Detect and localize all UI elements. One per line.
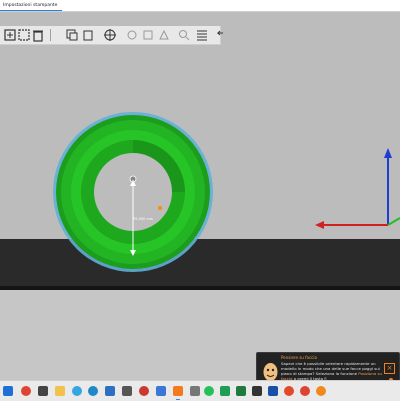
x-axis-arrow <box>315 221 324 229</box>
top-toolbar <box>0 26 223 45</box>
hover-marker <box>158 206 162 210</box>
photos-icon[interactable] <box>156 386 166 396</box>
notification-body: Sapevi che è possibile orientare rapidam… <box>281 361 385 381</box>
outlook-icon[interactable] <box>284 386 294 396</box>
scene-svg <box>53 112 400 272</box>
explorer-icon[interactable] <box>55 386 65 396</box>
video-icon[interactable] <box>190 386 200 396</box>
tab-bar: Impostazioni stampante <box>0 0 400 12</box>
telegram-icon[interactable] <box>72 386 82 396</box>
task-view-icon[interactable] <box>38 386 48 396</box>
y-axis <box>387 217 400 226</box>
remove-instance-icon[interactable] <box>124 27 140 43</box>
split-parts-icon[interactable] <box>156 27 172 43</box>
word-icon[interactable] <box>220 386 230 396</box>
terminal-icon[interactable] <box>252 386 262 396</box>
tab-active-indicator <box>0 10 62 11</box>
camera-icon[interactable] <box>122 386 132 396</box>
notification-title: Pensiere su faccia <box>281 355 317 360</box>
app-icon[interactable] <box>268 386 278 396</box>
chrome-icon[interactable] <box>21 386 31 396</box>
tab-label: Impostazioni stampante <box>3 3 58 8</box>
z-axis-arrow <box>384 148 392 158</box>
taskbar <box>0 380 400 401</box>
edge-icon[interactable] <box>88 386 98 396</box>
whatsapp-icon[interactable] <box>204 386 214 396</box>
excel-icon[interactable] <box>236 386 246 396</box>
delete-all-icon[interactable] <box>30 27 46 43</box>
chrome-profile-icon[interactable] <box>300 386 310 396</box>
search-icon[interactable] <box>176 27 192 43</box>
undo-icon[interactable] <box>212 27 223 43</box>
add-instance-icon[interactable] <box>102 27 118 43</box>
dimension-label: 35,000 mm <box>133 217 154 221</box>
3d-viewport[interactable]: 35,000 mm <box>0 12 400 380</box>
close-icon[interactable]: × <box>384 363 395 374</box>
copy-icon[interactable] <box>64 27 80 43</box>
split-objects-icon[interactable] <box>140 27 156 43</box>
mail-icon[interactable] <box>139 386 149 396</box>
store-icon[interactable] <box>105 386 115 396</box>
toolbar-separator <box>50 29 51 41</box>
prusaslicer-icon[interactable] <box>173 386 183 396</box>
firefox-icon[interactable] <box>316 386 326 396</box>
layers-icon[interactable] <box>194 27 210 43</box>
start-icon[interactable] <box>3 386 13 396</box>
paste-icon[interactable] <box>80 27 96 43</box>
